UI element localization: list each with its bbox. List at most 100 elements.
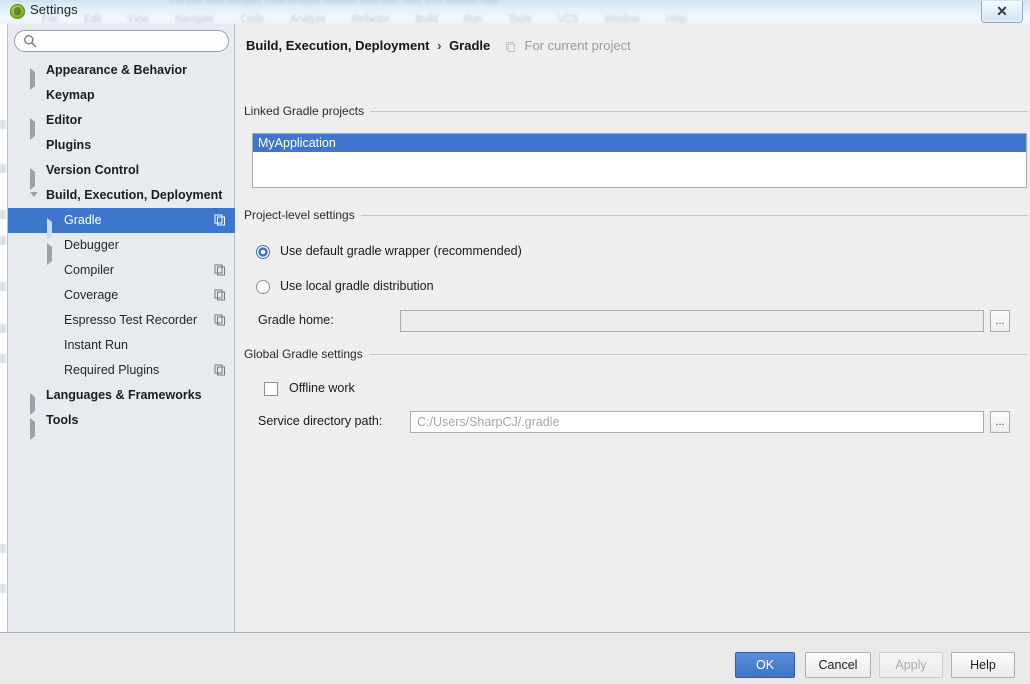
sidebar-item-label: Keymap (46, 88, 95, 102)
title-bar: File Edit View Navigate Code Analyze Ref… (0, 0, 1030, 24)
cancel-button[interactable]: Cancel (805, 652, 871, 678)
sidebar-item-instant-run[interactable]: Instant Run (8, 333, 235, 358)
left-window-edge (0, 24, 8, 632)
sidebar-item-debugger[interactable]: Debugger (8, 233, 235, 265)
gradle-home-input[interactable] (400, 310, 984, 332)
global-gradle-settings-title: Global Gradle settings (244, 347, 369, 361)
group-divider (244, 215, 1028, 216)
radio-label: Use local gradle distribution (280, 279, 434, 293)
service-directory-path-input[interactable] (410, 411, 984, 433)
sidebar-item-espresso-test-recorder[interactable]: Espresso Test Recorder (8, 308, 235, 333)
ghost-menu-item: Run (463, 14, 483, 24)
close-icon: ✕ (996, 3, 1008, 19)
sidebar-item-keymap[interactable]: Keymap (8, 83, 235, 108)
sidebar-item-compiler[interactable]: Compiler (8, 258, 235, 283)
edge-artifact (0, 324, 6, 333)
sidebar-item-languages-frameworks[interactable]: Languages & Frameworks (8, 383, 235, 415)
ghost-menu-item: Analyze (290, 14, 326, 24)
project-scope-icon (214, 289, 225, 301)
help-button[interactable]: Help (951, 652, 1015, 678)
ghost-menu-item: Help (665, 14, 687, 24)
sidebar-item-plugins[interactable]: Plugins (8, 133, 235, 158)
chevron-right-icon[interactable] (30, 117, 39, 140)
window-title: Settings (30, 2, 78, 17)
ghost-menu-item: Window (604, 14, 640, 24)
edge-artifact (0, 210, 6, 219)
apply-button: Apply (879, 652, 943, 678)
service-directory-path-browse-button[interactable]: ... (990, 411, 1010, 433)
chevron-right-icon[interactable] (30, 392, 39, 415)
ok-button[interactable]: OK (735, 652, 795, 678)
ghost-menu-item: Edit (84, 14, 102, 24)
chevron-right-icon[interactable] (30, 417, 39, 440)
radio-indicator[interactable] (256, 245, 270, 259)
project-level-settings-title: Project-level settings (244, 208, 361, 222)
ghost-menu-item: View (127, 14, 149, 24)
breadcrumb-separator-icon: › (437, 38, 442, 53)
gradle-home-row: Gradle home: ... (236, 310, 1030, 332)
ghost-menu-item: Tools (508, 14, 532, 24)
service-directory-path-label: Service directory path: (258, 414, 383, 428)
linked-projects-group-header: Linked Gradle projects (244, 104, 1028, 118)
chevron-right-icon[interactable] (47, 242, 56, 265)
service-directory-path-row: Service directory path: ... (236, 411, 1030, 433)
breadcrumb: Build, Execution, Deployment › Gradle Fo… (246, 38, 631, 53)
edge-artifact (0, 236, 6, 245)
edge-artifact (0, 120, 6, 129)
sidebar-item-label: Instant Run (64, 338, 128, 352)
linked-gradle-projects-list[interactable]: MyApplication (252, 133, 1027, 188)
sidebar-item-label: Appearance & Behavior (46, 63, 188, 77)
ghost-menu-item: VCS (557, 14, 579, 24)
sidebar-item-coverage[interactable]: Coverage (8, 283, 235, 308)
sidebar-item-required-plugins[interactable]: Required Plugins (8, 358, 235, 383)
list-item[interactable]: MyApplication (253, 134, 1026, 152)
sidebar-item-label: Required Plugins (64, 363, 160, 377)
android-studio-icon (10, 4, 25, 19)
gradle-home-label: Gradle home: (258, 313, 334, 327)
background-menu-ghost: File Edit View Navigate Code Analyze Refactor B… (42, 14, 686, 24)
edge-artifact (0, 354, 6, 363)
sidebar-item-build-execution-deployment[interactable]: Build, Execution, Deployment (8, 183, 235, 211)
sidebar-item-label: Editor (46, 113, 83, 127)
chevron-right-icon[interactable] (30, 167, 39, 190)
sidebar-item-gradle[interactable]: Gradle (8, 208, 235, 240)
ghost-menu-item: Navigate (174, 14, 215, 24)
radio-label: Use default gradle wrapper (recommended) (280, 244, 522, 258)
sidebar-item-label: Coverage (64, 288, 119, 302)
search-input[interactable] (14, 30, 229, 52)
background-window-ghost-top: File Edit View Navigate Code Analyze Ref… (170, 0, 499, 6)
edge-artifact (0, 282, 6, 291)
chevron-right-icon[interactable] (30, 67, 39, 90)
sidebar-item-label: Compiler (64, 263, 115, 277)
dialog-body: Appearance & Behavior Keymap Editor Plugins… (0, 24, 1030, 632)
global-gradle-settings-group-header: Global Gradle settings (244, 347, 1028, 361)
checkbox-label: Offline work (289, 381, 355, 395)
search-field-wrapper (14, 30, 229, 52)
settings-tree: Appearance & Behavior Keymap Editor Plugins… (8, 58, 235, 632)
ghost-menu-item: Build (415, 14, 438, 24)
ghost-menu-item: Code (240, 14, 265, 24)
checkbox-indicator[interactable] (264, 382, 278, 396)
sidebar-item-label: Gradle (64, 213, 102, 227)
sidebar-item-editor[interactable]: Editor (8, 108, 235, 140)
settings-content-pane: Build, Execution, Deployment › Gradle Fo… (236, 24, 1030, 632)
sidebar-item-appearance-behavior[interactable]: Appearance & Behavior (8, 58, 235, 90)
sidebar-item-version-control[interactable]: Version Control (8, 158, 235, 190)
project-level-settings-group-header: Project-level settings (244, 208, 1028, 222)
sidebar-item-label: Debugger (64, 238, 119, 252)
edge-artifact (0, 584, 6, 593)
chevron-right-icon[interactable] (47, 217, 56, 240)
chevron-down-icon[interactable] (30, 192, 39, 211)
dialog-footer: OK Cancel Apply Help (0, 633, 1030, 684)
sidebar-item-tools[interactable]: Tools (8, 408, 235, 440)
radio-indicator[interactable] (256, 280, 270, 294)
linked-projects-title: Linked Gradle projects (244, 104, 371, 118)
gradle-home-browse-button[interactable]: ... (990, 310, 1010, 332)
settings-dialog: File Edit View Navigate Code Analyze Ref… (0, 0, 1030, 684)
close-button[interactable]: ✕ (981, 1, 1023, 23)
scope-note-text: For current project (524, 38, 631, 53)
breadcrumb-parent[interactable]: Build, Execution, Deployment (246, 38, 429, 53)
project-scope-icon (214, 214, 225, 226)
ghost-menu-item: Refactor (351, 14, 390, 24)
project-scope-icon (214, 264, 225, 276)
